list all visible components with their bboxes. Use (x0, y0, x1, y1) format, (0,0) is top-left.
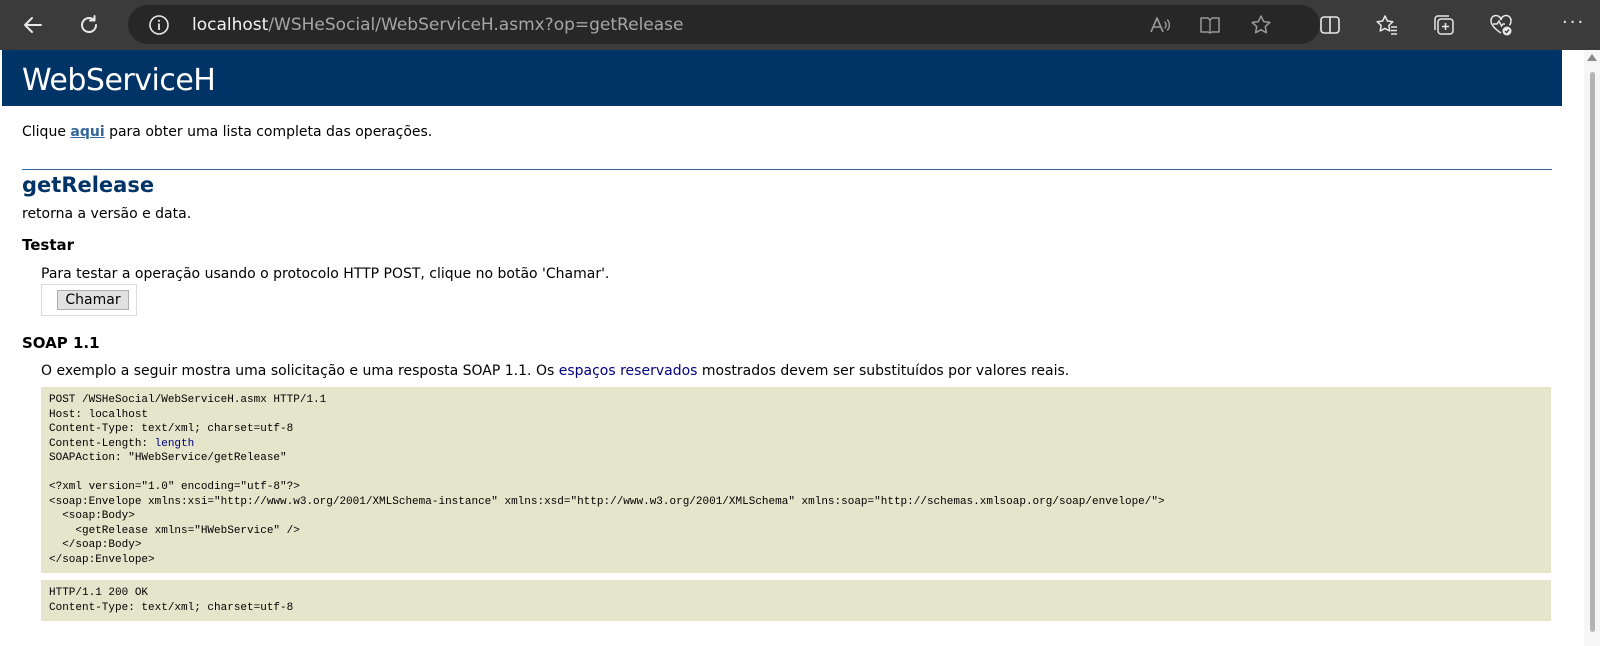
favorites-icon[interactable] (1374, 12, 1400, 38)
operations-link[interactable]: aqui (70, 124, 104, 140)
page-viewport: WebServiceH Clique aqui para obter uma l… (0, 50, 1600, 646)
collections-icon[interactable] (1431, 12, 1457, 38)
browser-essentials-icon[interactable] (1488, 12, 1514, 38)
soap-response-sample: HTTP/1.1 200 OK Content-Type: text/xml; … (41, 580, 1551, 621)
favorite-star-icon[interactable] (1249, 13, 1273, 37)
test-description: Para testar a operação usando o protocol… (41, 266, 610, 282)
code-placeholder: length (154, 437, 195, 450)
vertical-scrollbar[interactable] (1584, 50, 1600, 646)
url-host: localhost (192, 15, 269, 35)
code-line: </soap:Envelope> (49, 553, 155, 566)
placeholder-term: espaços reservados (558, 363, 698, 379)
read-aloud-icon[interactable] (1148, 13, 1172, 37)
site-info-icon[interactable] (148, 14, 170, 36)
operation-description: retorna a versão e data. (22, 206, 192, 222)
split-screen-icon[interactable] (1317, 12, 1343, 38)
url-text[interactable]: localhost/WSHeSocial/WebServiceH.asmx?op… (192, 15, 683, 35)
page-content: WebServiceH Clique aqui para obter uma l… (2, 50, 1582, 621)
soap-section-title: SOAP 1.1 (22, 334, 100, 352)
code-line: Host: localhost (49, 408, 149, 421)
invoke-button[interactable]: Chamar (57, 290, 129, 310)
code-line: Content-Type: text/xml; charset=utf-8 (49, 601, 294, 614)
url-path: /WSHeSocial/WebServiceH.asmx?op=getRelea… (268, 15, 684, 35)
address-bar[interactable]: localhost/WSHeSocial/WebServiceH.asmx?op… (128, 5, 1320, 44)
refresh-icon[interactable] (73, 9, 105, 41)
intro-before: Clique (22, 124, 71, 140)
intro-text: Clique aqui para obter uma lista complet… (22, 124, 1582, 140)
immersive-reader-icon[interactable] (1198, 13, 1222, 37)
invoke-form: Chamar (41, 284, 137, 316)
scroll-up-arrow-icon[interactable] (1587, 54, 1597, 61)
soap-desc-after: mostrados devem ser substituídos por val… (697, 363, 1070, 379)
code-line: POST /WSHeSocial/WebServiceH.asmx HTTP/1… (49, 394, 327, 406)
intro-after: para obter uma lista completa das operaç… (104, 124, 433, 140)
soap-request-sample: POST /WSHeSocial/WebServiceH.asmx HTTP/1… (41, 387, 1551, 573)
code-line: Content-Type: text/xml; charset=utf-8 (49, 423, 294, 435)
back-icon[interactable] (17, 9, 49, 41)
scroll-thumb[interactable] (1590, 72, 1595, 632)
test-section-title: Testar (22, 236, 75, 254)
code-line: <soap:Body> (49, 510, 135, 522)
code-line: <soap:Envelope xmlns:xsi="http://www.w3.… (49, 495, 1165, 508)
more-icon[interactable]: ··· (1562, 14, 1592, 36)
code-line: HTTP/1.1 200 OK (49, 587, 149, 599)
code-line: SOAPAction: "HWebService/getRelease" (49, 452, 287, 464)
code-line: <getRelease xmlns="HWebService" /> (49, 524, 300, 537)
code-line: </soap:Body> (49, 539, 142, 551)
operation-title: getRelease (22, 173, 155, 197)
service-heading: WebServiceH (2, 50, 1562, 106)
code-line: <?xml version="1.0" encoding="utf-8"?> (49, 481, 300, 493)
operation-title-block: getRelease (22, 169, 1552, 197)
browser-toolbar: localhost/WSHeSocial/WebServiceH.asmx?op… (0, 0, 1600, 50)
soap-desc-before: O exemplo a seguir mostra uma solicitaçã… (41, 363, 559, 379)
code-line: Content-Length: (49, 437, 155, 450)
soap-description: O exemplo a seguir mostra uma solicitaçã… (41, 363, 1582, 379)
